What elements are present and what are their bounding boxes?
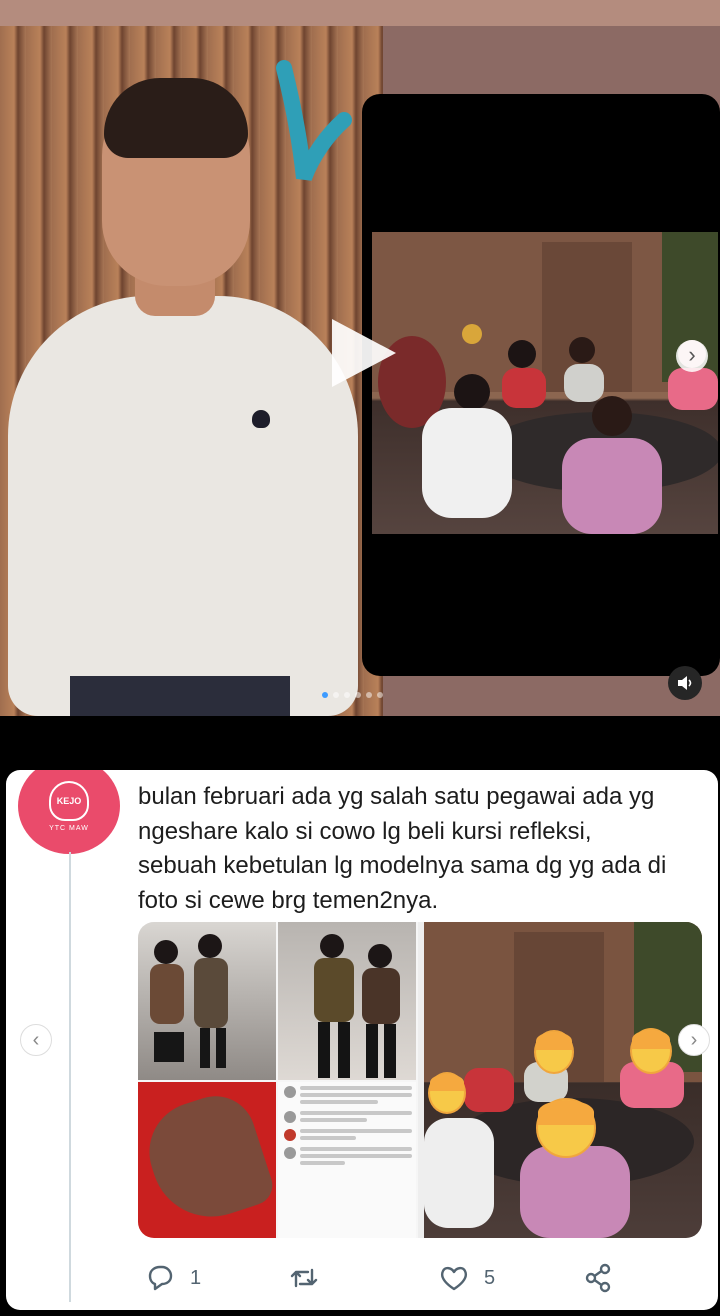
commenter-avatar (284, 1111, 296, 1123)
carousel-dot[interactable] (344, 692, 350, 698)
avatar[interactable]: KEJO YTC MAW (18, 770, 120, 854)
media-carousel[interactable]: › (0, 26, 720, 716)
carousel-dot[interactable] (322, 692, 328, 698)
reply-button[interactable]: 1 (144, 1260, 201, 1296)
comment-text-block (300, 1086, 412, 1107)
tweet-text-line: foto si cewe brg temen2nya. (138, 886, 439, 914)
collage-photo-chair (138, 1082, 278, 1238)
like-icon (440, 1266, 468, 1291)
sweater-logo (252, 410, 270, 428)
play-icon[interactable] (322, 313, 402, 393)
avatar-logo: KEJO (49, 780, 89, 821)
men-scene (314, 934, 400, 1078)
comment-row (278, 1143, 416, 1168)
emoji-face-icon (536, 1098, 596, 1158)
doodle-check-icon (276, 60, 352, 181)
dinner-scene-censored (424, 922, 702, 1238)
tweet-text: bulan februari ada yg salah satu pegawai… (138, 780, 708, 918)
carousel-dot[interactable] (333, 692, 339, 698)
like-button[interactable]: 5 (438, 1260, 495, 1296)
media-dinner-photo[interactable] (424, 922, 702, 1238)
media-next-button[interactable]: › (678, 1024, 710, 1056)
comment-row (278, 1107, 416, 1125)
emoji-face-icon (534, 1030, 574, 1074)
reply-icon (148, 1265, 173, 1291)
comment-text-block (300, 1147, 412, 1168)
tweet-actions: 1 5 (138, 1260, 618, 1296)
tweet-text-line: sebuah kebetulan lg modelnya sama dg yg … (138, 852, 667, 879)
carousel-next-button[interactable]: › (676, 340, 708, 372)
story-screen: › KEJO YTC MAW bulan februari ada yg sal… (0, 0, 720, 1316)
massage-chair (138, 1085, 278, 1233)
collage-chat-comments (278, 1082, 416, 1238)
carousel-dot[interactable] (355, 692, 361, 698)
hair (104, 78, 248, 158)
like-count: 5 (484, 1266, 496, 1289)
tweet-card: KEJO YTC MAW bulan februari ada yg salah… (6, 770, 718, 1310)
top-bar (0, 0, 720, 26)
commenter-avatar (284, 1129, 296, 1141)
comment-text-block (300, 1111, 412, 1125)
emoji-face-icon (428, 1072, 466, 1114)
avatar-subtitle: YTC MAW (49, 824, 89, 832)
collage-photo-men (278, 922, 416, 1080)
carousel-dot[interactable] (366, 692, 372, 698)
collage-photo-shop (138, 922, 276, 1080)
dinner-photo[interactable] (372, 232, 718, 534)
comment-text-block (300, 1129, 412, 1143)
share-icon (585, 1263, 611, 1293)
commenter-avatar (284, 1086, 296, 1098)
reply-count: 1 (190, 1266, 202, 1289)
media-prev-button[interactable]: ‹ (20, 1024, 52, 1056)
thread-line (69, 852, 71, 1302)
carousel-dot[interactable] (377, 692, 383, 698)
media-collage[interactable] (138, 922, 418, 1238)
dinner-scene (372, 232, 718, 534)
tweet-text-line: bulan februari ada yg salah satu pegawai… (138, 783, 655, 810)
comment-row (278, 1082, 416, 1107)
share-button[interactable] (582, 1260, 614, 1296)
carousel-dots (322, 692, 383, 698)
retweet-icon (290, 1268, 318, 1288)
repost-panel (362, 94, 720, 676)
sweater (8, 296, 358, 716)
tweet-media[interactable] (138, 922, 702, 1238)
commenter-avatar (284, 1147, 296, 1159)
tweet-text-line: ngeshare kalo si cowo lg beli kursi refl… (138, 817, 592, 845)
speaker-icon[interactable] (668, 666, 702, 700)
retweet-button[interactable] (288, 1260, 320, 1296)
pants (70, 676, 290, 716)
shop-scene (150, 934, 228, 1068)
comment-row (278, 1125, 416, 1143)
emoji-face-icon (630, 1028, 672, 1074)
